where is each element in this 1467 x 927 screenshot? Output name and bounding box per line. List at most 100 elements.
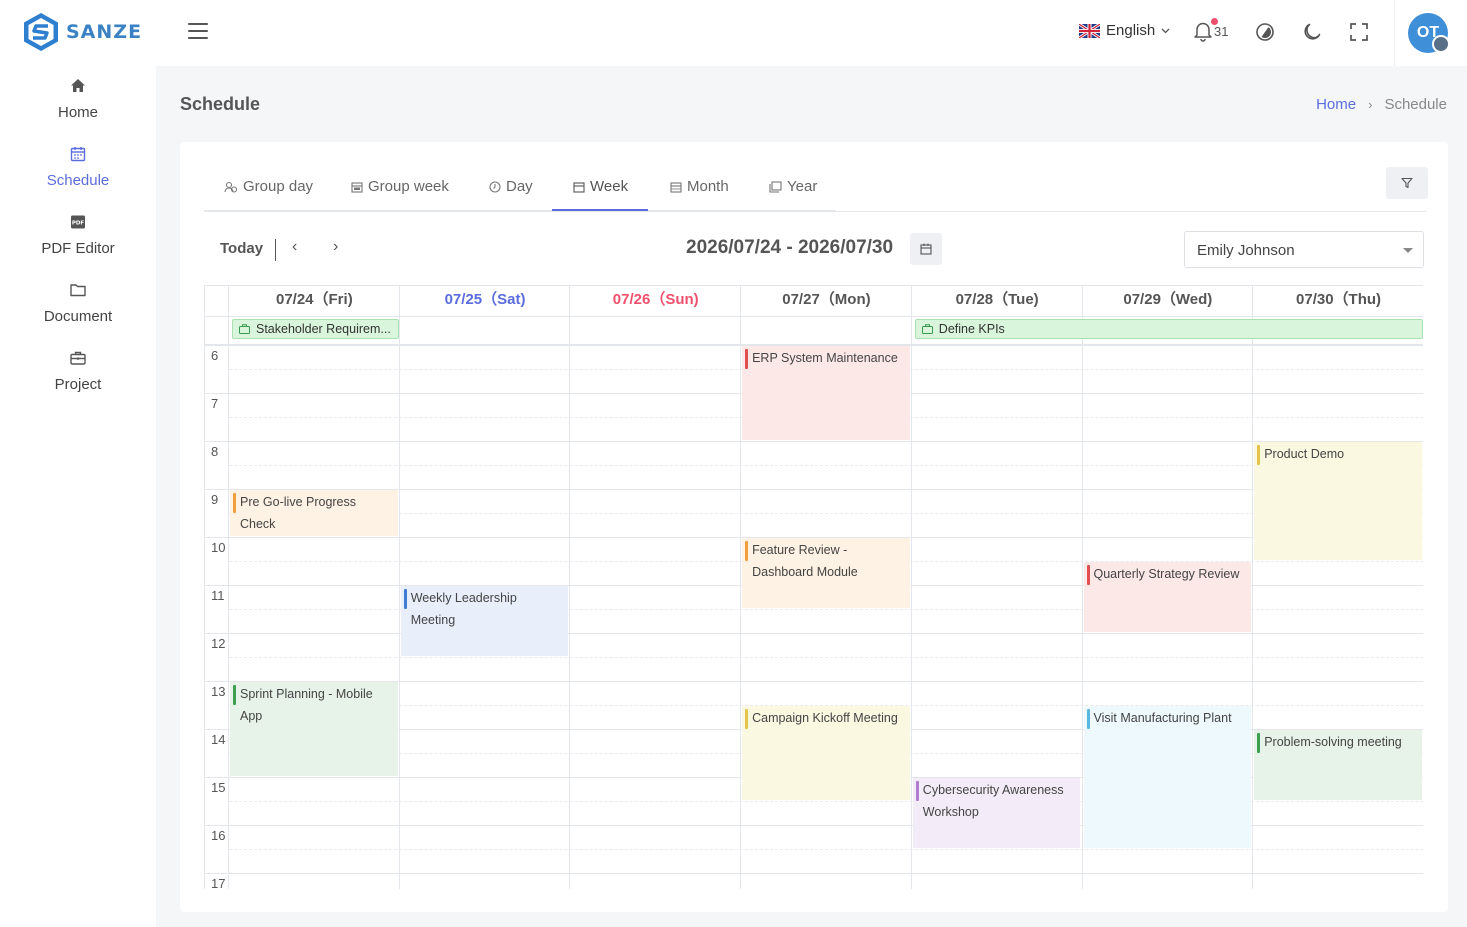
calendar-event[interactable]: Feature Review - Dashboard Module (742, 538, 910, 608)
event-title: Define KPIs (938, 322, 1005, 336)
calendar-event[interactable]: Pre Go-live Progress Check (230, 490, 398, 536)
logo-icon (24, 13, 58, 51)
column-divider (740, 286, 742, 889)
tab-label: Month (687, 178, 729, 195)
event-title: Quarterly Strategy Review (1093, 567, 1240, 581)
caret-down-icon (1403, 248, 1413, 253)
calendar-event[interactable]: Cybersecurity Awareness Workshop (912, 778, 1081, 848)
tab-week[interactable]: Week (573, 178, 628, 195)
week-calendar-grid: 6 7 8 9 10 11 12 13 14 15 16 17 07/24（Fri) 07/25（Sat)… (204, 285, 1423, 889)
dark-mode-icon[interactable] (1301, 21, 1323, 43)
event-color-bar (745, 709, 749, 729)
breadcrumb-home-link[interactable]: Home (1316, 96, 1356, 113)
tab-group-day[interactable]: Group day (224, 178, 313, 195)
sidebar-item-pdf-editor[interactable]: PDF PDF Editor (0, 213, 156, 273)
calendar-event[interactable]: Quarterly Strategy Review (1083, 562, 1252, 632)
tab-month[interactable]: Month (670, 178, 729, 195)
theme-toggle-icon[interactable] (1254, 21, 1276, 43)
tab-group-week[interactable]: Group week (351, 178, 449, 195)
home-icon (71, 79, 85, 92)
today-button[interactable]: Today (220, 240, 263, 257)
prev-week-button[interactable]: ‹ (292, 238, 297, 256)
sidebar-item-schedule[interactable]: Schedule (0, 145, 156, 205)
calendar-event[interactable]: Sprint Planning - Mobile App (230, 682, 398, 776)
calendar-event[interactable]: Problem-solving meeting (1254, 730, 1422, 800)
sidebar: SANZE Home Schedule PDF PDF Editor Docum… (0, 0, 156, 927)
chevron-right-icon: › (1368, 97, 1373, 112)
toolbar-divider (275, 239, 276, 261)
event-title: Campaign Kickoff Meeting (752, 711, 898, 725)
breadcrumb: Home › Schedule (1316, 96, 1447, 113)
calendar-icon (573, 181, 585, 193)
hour-label: 7 (211, 396, 219, 411)
day-header: 07/29（Wed) (1123, 291, 1213, 308)
briefcase-icon (239, 324, 250, 334)
column-divider (569, 286, 571, 889)
event-color-bar (1086, 709, 1090, 729)
day-header: 07/24（Fri) (275, 291, 353, 308)
hour-label: 13 (211, 684, 226, 699)
event-title: Pre Go-live Progress Check (240, 495, 357, 531)
calendar-icon (351, 181, 363, 193)
sidebar-item-document[interactable]: Document (0, 281, 156, 341)
logo[interactable]: SANZE (22, 12, 142, 52)
event-title: Problem-solving meeting (1264, 735, 1402, 749)
calendar-event[interactable]: ERP System Maintenance (742, 346, 910, 440)
clock-icon (489, 180, 501, 193)
half-hour-gridline (229, 465, 1423, 466)
day-header: 07/26（Sun) (612, 291, 699, 308)
tab-label: Group week (368, 178, 449, 195)
tabs-divider (204, 211, 1426, 212)
day-header: 07/30（Thu) (1296, 291, 1382, 308)
breadcrumb-current: Schedule (1384, 96, 1447, 113)
calendar-icon (70, 147, 86, 162)
sidebar-item-label: PDF Editor (41, 240, 115, 257)
sidebar-item-label: Home (57, 104, 98, 121)
briefcase-icon (921, 324, 933, 334)
calendar-event[interactable]: Campaign Kickoff Meeting (742, 706, 910, 800)
column-divider (910, 286, 912, 889)
user-menu[interactable]: OT (1394, 0, 1467, 66)
date-picker-button[interactable] (910, 233, 942, 265)
briefcase-icon (70, 351, 86, 365)
event-color-bar (1086, 565, 1090, 585)
calendar-event[interactable]: Product Demo (1254, 442, 1422, 560)
event-color-bar (403, 589, 407, 609)
filter-button[interactable] (1386, 167, 1428, 199)
calendar-event[interactable]: Visit Manufacturing Plant (1083, 706, 1252, 848)
top-header: English 31 OT (156, 0, 1467, 66)
user-select[interactable]: Emily Johnson (1184, 231, 1424, 268)
tab-year[interactable]: Year (769, 178, 817, 195)
day-header: 07/28（Tue) (955, 291, 1039, 308)
calendar-icon (670, 181, 682, 193)
language-label: English (1106, 22, 1156, 39)
next-week-button[interactable]: › (333, 238, 338, 256)
event-color-bar (745, 349, 749, 369)
language-selector[interactable]: English (1079, 22, 1170, 39)
hour-label: 11 (211, 588, 225, 603)
half-hour-gridline (229, 513, 1423, 514)
event-color-bar (745, 541, 749, 561)
uk-flag-icon (1079, 23, 1100, 38)
schedule-card: Group day Group week Day Week Month Year… (180, 142, 1448, 912)
all-day-event[interactable]: Define KPIs (914, 319, 1423, 339)
avatar-photo (1432, 35, 1450, 53)
tab-label: Group day (243, 178, 314, 195)
chevron-down-icon (1161, 28, 1170, 33)
svg-text:PDF: PDF (72, 221, 85, 227)
tab-label: Week (590, 178, 629, 195)
sidebar-item-home[interactable]: Home (0, 77, 156, 137)
sidebar-item-label: Document (43, 308, 113, 325)
tab-day[interactable]: Day (489, 178, 533, 195)
column-divider (228, 286, 229, 889)
all-day-event[interactable]: Stakeholder Requirem... (232, 319, 399, 339)
calendar-event[interactable]: Weekly Leadership Meeting (400, 586, 569, 656)
brand-name: SANZE (66, 21, 143, 43)
hour-gridline (205, 873, 1423, 874)
menu-toggle-button[interactable] (188, 23, 208, 41)
fullscreen-icon[interactable] (1348, 21, 1370, 43)
sidebar-item-project[interactable]: Project (0, 349, 156, 409)
user-select-value: Emily Johnson (1197, 242, 1295, 259)
tab-label: Year (787, 178, 818, 195)
event-color-bar (915, 781, 919, 801)
